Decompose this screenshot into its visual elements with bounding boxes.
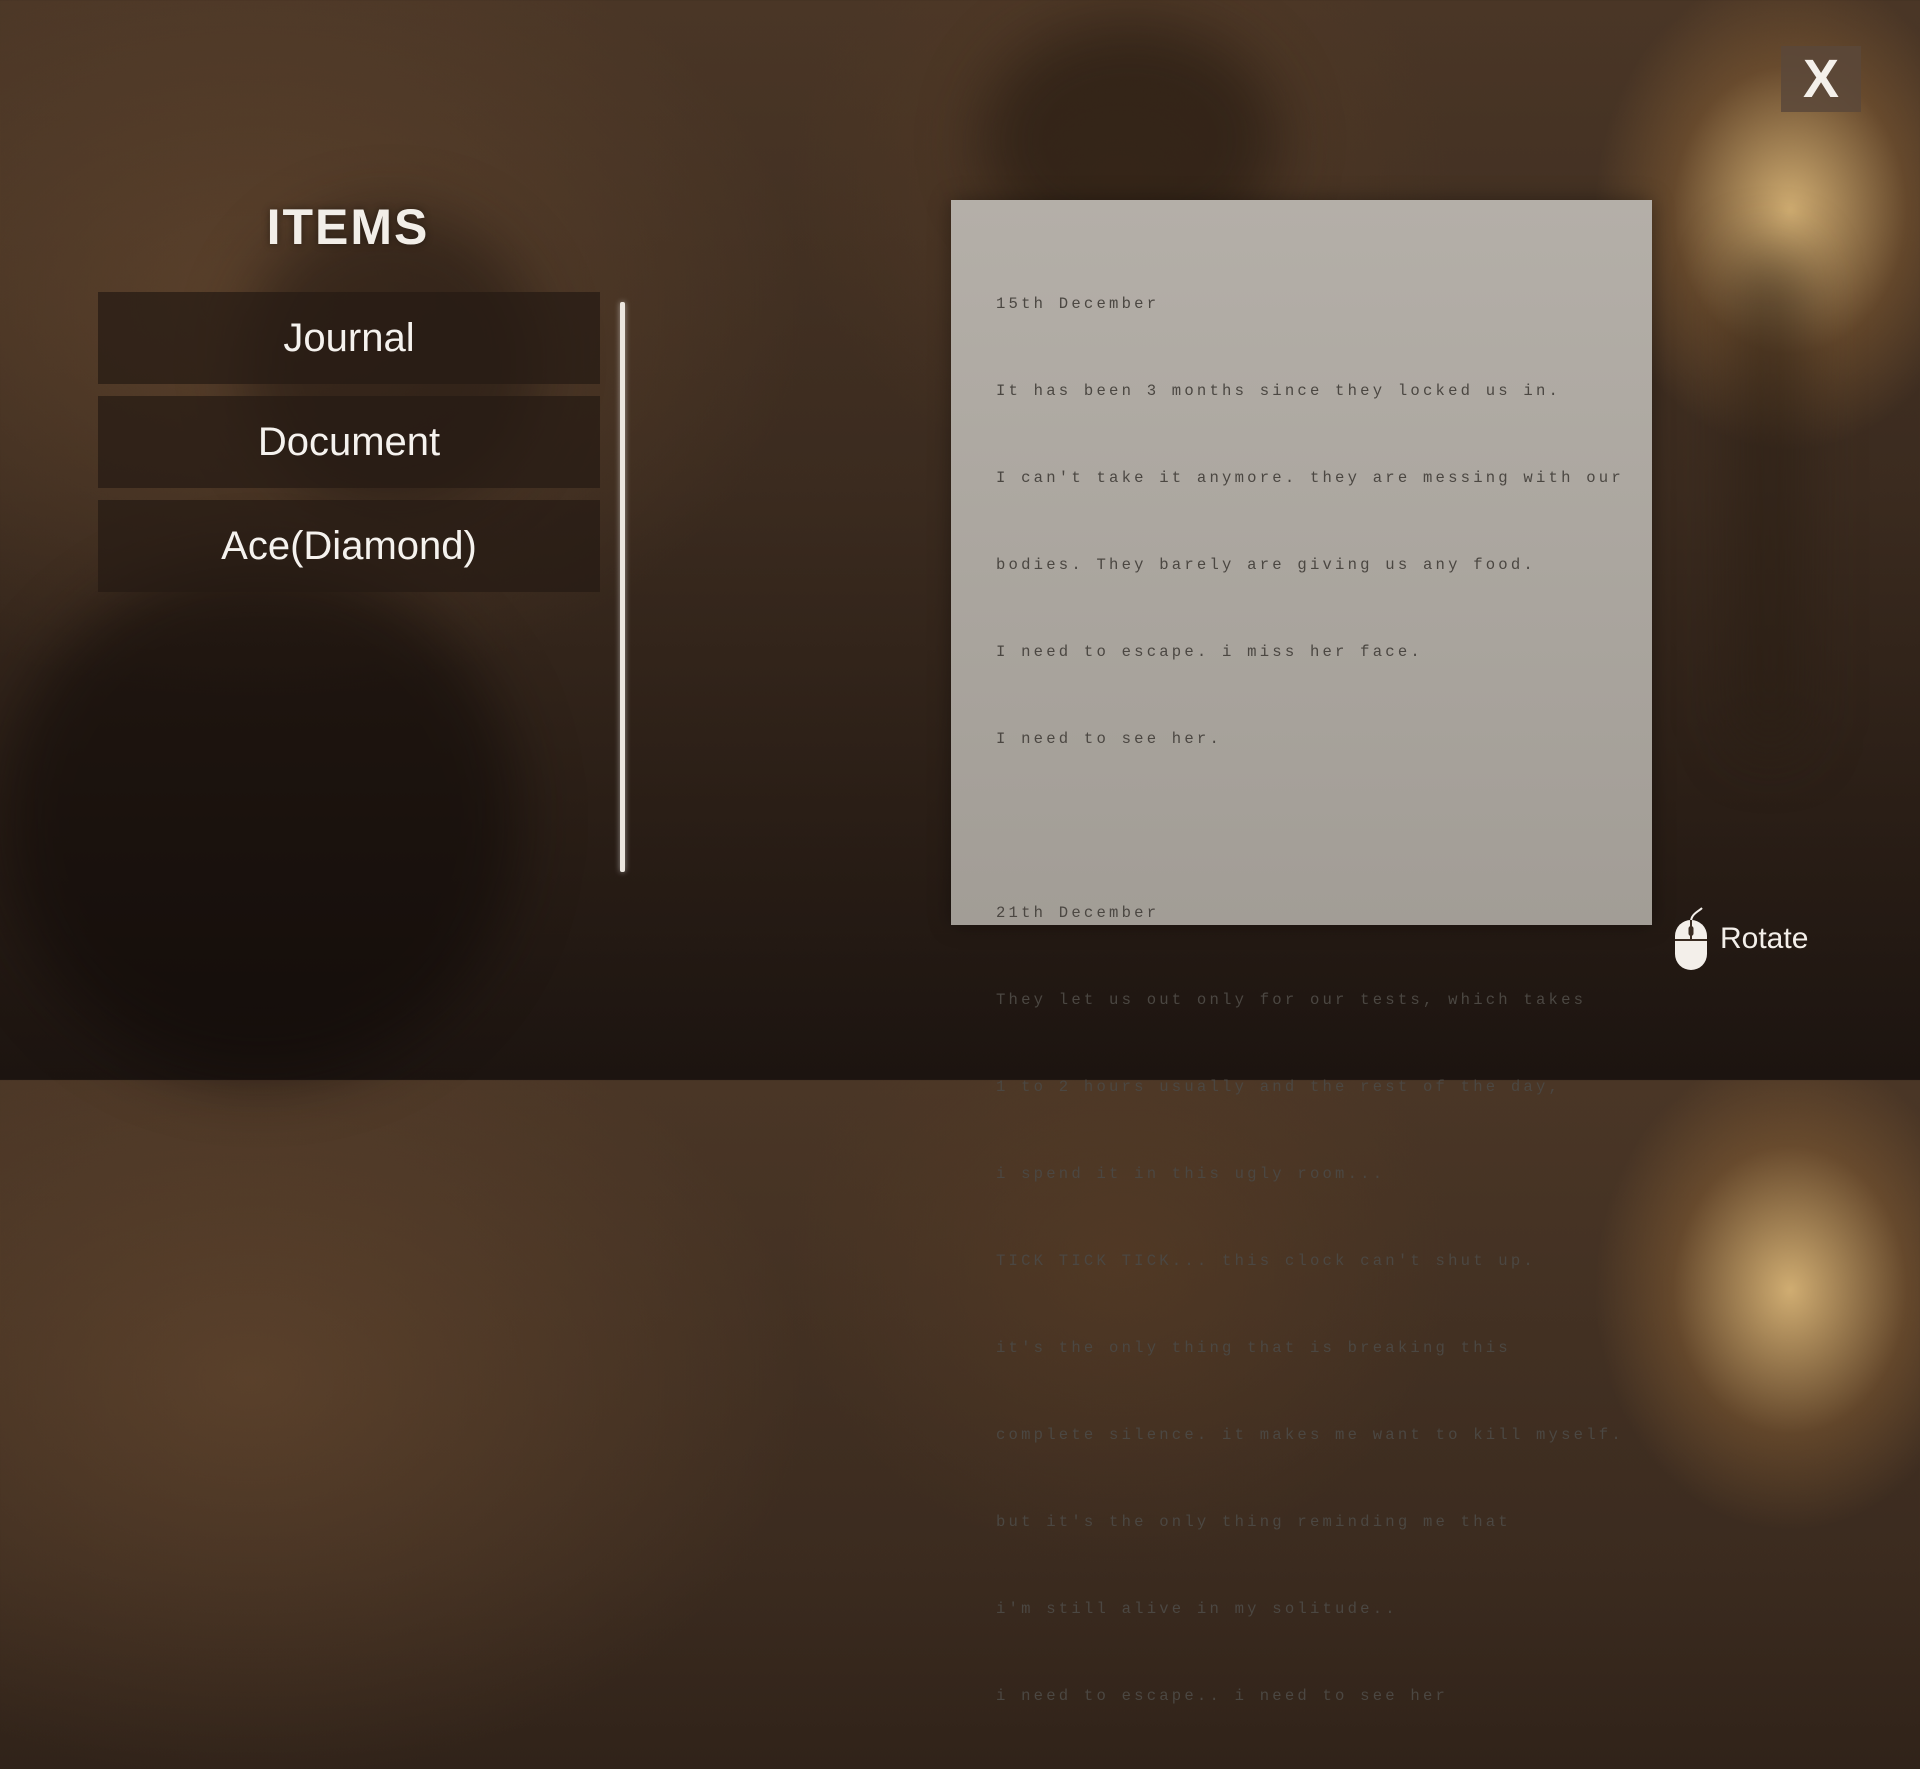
entry-2-date: 21th December: [996, 904, 1160, 922]
entry-2-line: it's the only thing that is breaking thi…: [996, 1339, 1511, 1357]
entry-2-line: i spend it in this ugly room...: [996, 1165, 1386, 1183]
entry-1-line: It has been 3 months since they locked u…: [996, 382, 1562, 400]
entry-2-line: but it's the only thing reminding me tha…: [996, 1513, 1511, 1531]
item-list: Journal Document Ace(Diamond): [98, 292, 600, 604]
entry-2-line: TICK TICK TICK... this clock can't shut …: [996, 1252, 1536, 1270]
rotate-hint: Rotate: [1672, 906, 1808, 972]
entry-1-line: bodies. They barely are giving us any fo…: [996, 556, 1536, 574]
entry-1-line: I need to escape. i miss her face.: [996, 643, 1423, 661]
entry-2-line: 1 to 2 hours usually and the rest of the…: [996, 1078, 1562, 1096]
items-title: ITEMS: [266, 199, 430, 255]
entry-2-line: i'm still alive in my solitude..: [996, 1600, 1398, 1618]
entry-2-line: They let us out only for our tests, whic…: [996, 991, 1587, 1009]
rotate-label: Rotate: [1720, 922, 1809, 955]
entry-2-line: i need to escape.. i need to see her: [996, 1687, 1449, 1705]
document-text: 15th December It has been 3 months since…: [996, 232, 1632, 1769]
entry-gap: [996, 812, 1632, 841]
item-list-scrollbar[interactable]: [620, 302, 625, 872]
entry-2-line: complete silence. it makes me want to ki…: [996, 1426, 1624, 1444]
item-journal-button[interactable]: Journal: [98, 292, 600, 384]
close-button[interactable]: X: [1781, 46, 1861, 112]
mouse-icon: [1675, 907, 1707, 970]
item-document-button[interactable]: Document: [98, 396, 600, 488]
document-paper: 15th December It has been 3 months since…: [951, 200, 1652, 1705]
entry-1-date: 15th December: [996, 295, 1160, 313]
entry-1-line: I need to see her.: [996, 730, 1223, 748]
background-furniture-shadow: [0, 560, 520, 1080]
entry-1-line: I can't take it anymore. they are messin…: [996, 469, 1624, 487]
item-ace-diamond-button[interactable]: Ace(Diamond): [98, 500, 600, 592]
background-lamp-post: [1740, 250, 1800, 750]
